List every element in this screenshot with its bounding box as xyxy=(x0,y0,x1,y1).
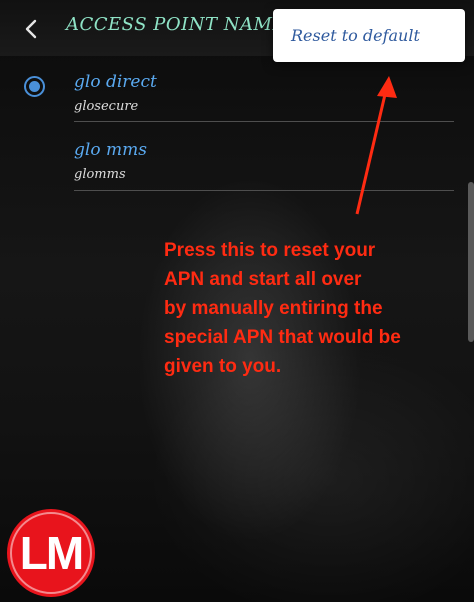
reset-to-default-menu-item[interactable]: Reset to default xyxy=(291,26,420,45)
apn-name: glo direct xyxy=(74,72,157,92)
page-title: ACCESS POINT NAMES xyxy=(66,14,299,35)
annotation-text: Press this to reset your APN and start a… xyxy=(164,236,469,381)
annotation-line: APN and start all over xyxy=(164,269,362,290)
back-button[interactable] xyxy=(16,14,46,44)
radio-dot xyxy=(29,81,40,92)
overflow-menu: Reset to default xyxy=(273,9,465,62)
chevron-left-icon xyxy=(25,19,37,39)
apn-value: glosecure xyxy=(74,99,139,114)
annotation-line: Press this to reset your xyxy=(164,240,376,261)
lm-logo: LM xyxy=(7,509,95,597)
apn-name: glo mms xyxy=(74,140,147,160)
annotation-arrow-icon xyxy=(355,76,397,215)
annotation-line: by manually entiring the xyxy=(164,298,383,319)
annotation-line: given to you. xyxy=(164,356,282,377)
radio-button-selected[interactable] xyxy=(24,76,45,97)
svg-text:LM: LM xyxy=(20,527,82,579)
apn-value: glomms xyxy=(74,167,126,182)
annotation-line: special APN that would be xyxy=(164,327,401,348)
